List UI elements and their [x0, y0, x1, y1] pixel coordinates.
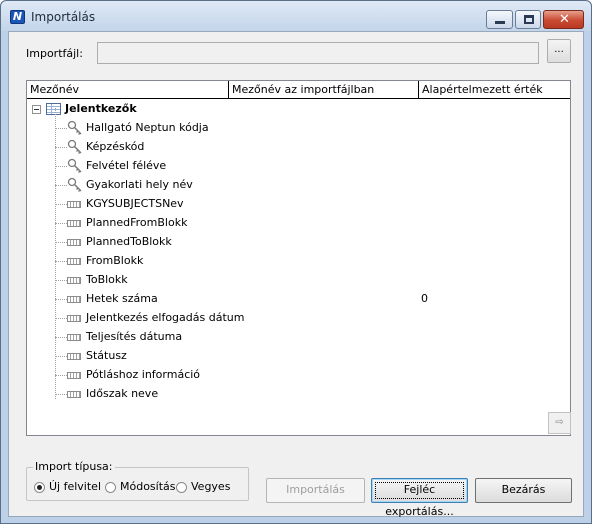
- tree-field-row[interactable]: PlannedToBlokk: [27, 233, 570, 252]
- close-button[interactable]: Bezárás: [475, 478, 572, 503]
- tree-branch-line: [55, 299, 67, 300]
- radio-mixed[interactable]: [176, 482, 187, 493]
- tree-branch-line: [55, 375, 67, 376]
- radio-label-mixed[interactable]: Vegyes: [191, 480, 230, 493]
- tree-field-label: Hallgató Neptun kódja: [86, 121, 209, 134]
- tree-field-label: Teljesítés dátuma: [86, 330, 183, 343]
- tree-field-row[interactable]: Felvétel féléve: [27, 157, 570, 176]
- tree-branch-line: [55, 337, 67, 338]
- tree-field-row[interactable]: Képzéskód: [27, 138, 570, 157]
- default-value-cell[interactable]: 0: [421, 292, 428, 305]
- key-icon: [67, 139, 83, 155]
- dialog-client-area: Importfájl: ... Mezőnév Mezőnév az impor…: [8, 31, 584, 518]
- import-dialog-window: N Importálás ✕ Importfájl: ... Mezőnév M…: [0, 0, 592, 524]
- tree-branch-line: [55, 147, 67, 148]
- field-mapping-tree[interactable]: Mezőnév Mezőnév az importfájlban Alapért…: [26, 80, 571, 436]
- collapse-toggle-icon[interactable]: [32, 105, 41, 114]
- tree-branch-line: [55, 261, 67, 262]
- tree-branch-line: [55, 242, 67, 243]
- tree-branch-line: [55, 185, 67, 186]
- tree-branch-line: [55, 128, 67, 129]
- field-icon: [67, 296, 81, 303]
- tree-branch-line: [55, 204, 67, 205]
- field-icon: [67, 239, 81, 246]
- import-type-group: Import típusa: Új felvitel Módosítás Veg…: [26, 460, 249, 501]
- tree-field-row[interactable]: Jelentkezés elfogadás dátum: [27, 309, 570, 328]
- tree-header: Mezőnév Mezőnév az importfájlban Alapért…: [27, 81, 570, 99]
- tree-field-row[interactable]: Hetek száma 0: [27, 290, 570, 309]
- column-header-field-name[interactable]: Mezőnév: [27, 81, 229, 99]
- maximize-icon: [524, 15, 534, 24]
- field-icon: [67, 201, 81, 208]
- tree-branch-line: [55, 356, 67, 357]
- radio-label-modify[interactable]: Módosítás: [120, 480, 176, 493]
- focus-ring: [375, 482, 464, 499]
- import-file-input[interactable]: [97, 42, 539, 64]
- tree-field-label: ToBlokk: [86, 273, 128, 286]
- tree-branch-line: [55, 280, 67, 281]
- tree-root-row[interactable]: Jelentkezők: [27, 100, 570, 119]
- tree-branch-line: [55, 223, 67, 224]
- tree-field-row[interactable]: PlannedFromBlokk: [27, 214, 570, 233]
- import-file-label: Importfájl:: [26, 47, 83, 60]
- tree-field-label: PlannedFromBlokk: [86, 216, 188, 229]
- tree-field-label: Státusz: [86, 349, 127, 362]
- tree-branch-line: [55, 318, 67, 319]
- import-type-label: Import típusa:: [33, 460, 115, 473]
- field-icon: [67, 220, 81, 227]
- browse-button[interactable]: ...: [547, 39, 571, 63]
- tree-field-label: Pótláshoz információ: [86, 368, 201, 381]
- field-icon: [67, 277, 81, 284]
- tree-field-label: Hetek száma: [86, 292, 158, 305]
- window-title: Importálás: [31, 10, 96, 24]
- tree-field-label: Időszak neve: [86, 387, 159, 400]
- key-icon: [67, 158, 83, 174]
- import-button[interactable]: Importálás: [266, 478, 365, 503]
- minimize-icon: [495, 21, 505, 24]
- tree-field-row[interactable]: Státusz: [27, 347, 570, 366]
- field-icon: [67, 372, 81, 379]
- tree-field-label: Gyakorlati hely név: [86, 178, 193, 191]
- radio-new-entry[interactable]: [34, 482, 45, 493]
- column-header-import-field-name[interactable]: Mezőnév az importfájlban: [229, 81, 419, 99]
- table-icon: [46, 103, 61, 115]
- field-icon: [67, 334, 81, 341]
- tree-field-row[interactable]: Gyakorlati hely név: [27, 176, 570, 195]
- close-icon: ✕: [559, 12, 570, 27]
- field-icon: [67, 258, 81, 265]
- tree-branch-line: [55, 394, 67, 395]
- field-icon: [67, 391, 81, 398]
- tree-field-label: Felvétel féléve: [86, 159, 167, 172]
- scroll-right-button[interactable]: ⇨: [548, 412, 571, 434]
- tree-field-row[interactable]: Időszak neve: [27, 385, 570, 404]
- field-icon: [67, 315, 81, 322]
- export-header-button[interactable]: Fejléc exportálás...: [371, 478, 468, 518]
- title-bar[interactable]: N Importálás ✕: [1, 1, 591, 31]
- tree-root-label: Jelentkezők: [65, 102, 137, 115]
- tree-field-label: PlannedToBlokk: [86, 235, 172, 248]
- maximize-button[interactable]: [515, 10, 541, 29]
- tree-field-row[interactable]: KGYSUBJECTSNev: [27, 195, 570, 214]
- tree-field-label: Jelentkezés elfogadás dátum: [86, 311, 245, 324]
- minimize-button[interactable]: [486, 10, 513, 29]
- tree-field-row[interactable]: ToBlokk: [27, 271, 570, 290]
- tree-field-row[interactable]: Hallgató Neptun kódja: [27, 119, 570, 138]
- key-icon: [67, 177, 83, 193]
- tree-field-row[interactable]: FromBlokk: [27, 252, 570, 271]
- close-window-button[interactable]: ✕: [543, 10, 584, 29]
- radio-modify[interactable]: [105, 482, 116, 493]
- app-icon: N: [10, 10, 25, 24]
- tree-field-label: FromBlokk: [86, 254, 144, 267]
- tree-branch-line: [55, 166, 67, 167]
- tree-field-row[interactable]: Pótláshoz információ: [27, 366, 570, 385]
- field-icon: [67, 353, 81, 360]
- tree-field-label: Képzéskód: [86, 140, 145, 153]
- column-header-default-value[interactable]: Alapértelmezett érték: [419, 81, 570, 99]
- key-icon: [67, 120, 83, 136]
- tree-field-row[interactable]: Teljesítés dátuma: [27, 328, 570, 347]
- tree-field-label: KGYSUBJECTSNev: [86, 197, 184, 210]
- radio-label-new-entry[interactable]: Új felvitel: [49, 480, 101, 493]
